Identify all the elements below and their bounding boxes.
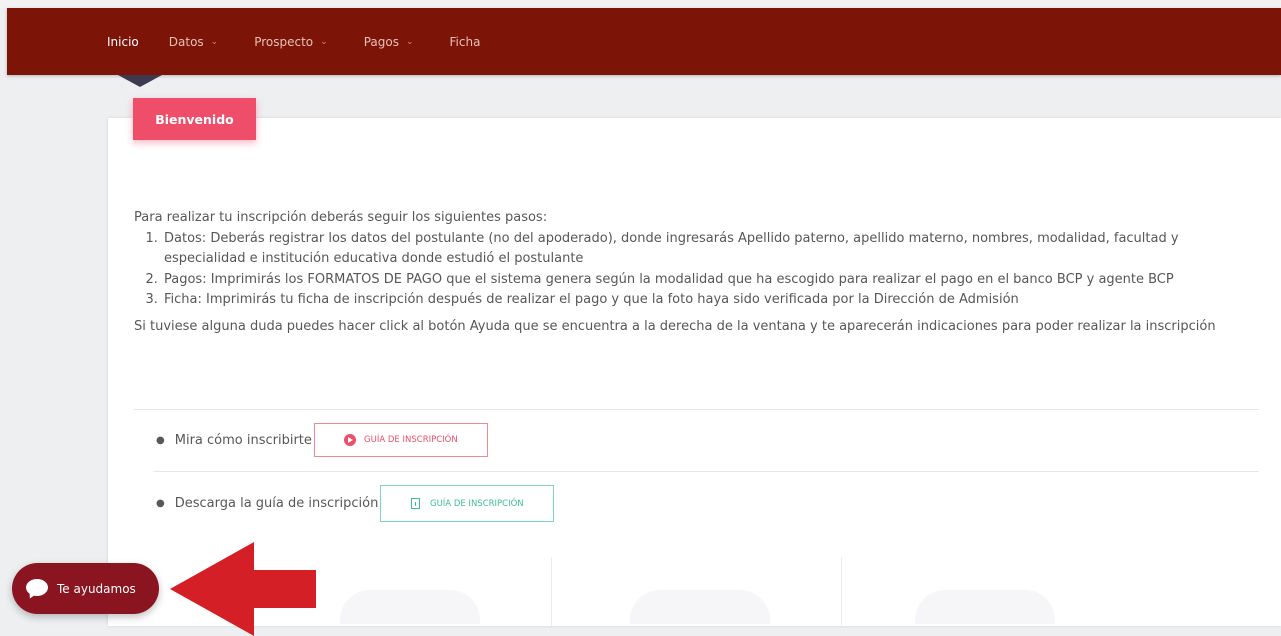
chat-bubble-icon (26, 578, 48, 600)
column-divider (551, 557, 552, 626)
nav-item-inicio[interactable]: Inicio (107, 35, 139, 49)
active-tab-pointer (118, 75, 162, 87)
nav-item-label: Pagos (363, 34, 399, 49)
chevron-down-icon: ⌄ (210, 36, 219, 47)
download-guide-button-label: GUÍA DE INSCRIPCIÓN (429, 498, 524, 509)
chevron-down-icon: ⌄ (405, 36, 414, 47)
bullet: ● (156, 498, 165, 509)
divider (154, 471, 1259, 472)
divider (134, 409, 1259, 410)
card-placeholder (340, 590, 480, 624)
card-placeholder (915, 590, 1055, 624)
nav-item-label: Ficha (449, 34, 481, 49)
nav-item-label: Prospecto (254, 34, 314, 49)
chat-help-button[interactable]: Te ayudamos (12, 563, 159, 614)
column-divider (841, 557, 842, 626)
nav-item-ficha[interactable]: Ficha (450, 35, 481, 49)
instructions: Para realizar tu inscripción deberás seg… (134, 208, 1259, 337)
chevron-down-icon: ⌄ (320, 36, 328, 47)
card-placeholder (630, 590, 770, 624)
pointer-arrow-icon (170, 542, 316, 636)
step-item: Pagos: Imprimirás los FORMATOS DE PAGO q… (162, 270, 1259, 291)
video-guide-button[interactable]: GUÍA DE INSCRIPCIÓN (313, 423, 488, 457)
steps-list: Datos: Deberás registrar los datos del p… (134, 229, 1259, 311)
help-note: Si tuviese alguna duda puedes hacer clic… (134, 318, 1216, 334)
nav-item-label: Inicio (107, 34, 139, 49)
step-item: Datos: Deberás registrar los datos del p… (162, 229, 1259, 270)
nav-item-label: Datos (168, 34, 204, 49)
video-guide-text: Mira cómo inscribirte (174, 432, 312, 448)
video-guide-button-label: GUÍA DE INSCRIPCIÓN (364, 435, 458, 445)
nav-item-prospecto[interactable]: Prospecto ⌄ (254, 35, 327, 49)
nav-item-datos[interactable]: Datos ⌄ (169, 35, 218, 49)
top-strip (0, 0, 1281, 8)
youtube-icon (344, 434, 357, 446)
intro-text: Para realizar tu inscripción deberás seg… (134, 210, 548, 225)
download-guide-text: Descarga la guía de inscripción (174, 496, 379, 511)
nav-item-pagos[interactable]: Pagos ⌄ (364, 35, 414, 49)
bullet: ● (156, 434, 165, 446)
document-icon (410, 498, 420, 509)
chat-help-label: Te ayudamos (57, 581, 136, 596)
video-guide-row: ● Mira cómo inscribirte GUÍA DE INSCRIPC… (134, 423, 488, 457)
nav-menu: Inicio Datos ⌄ Prospecto ⌄ Pagos ⌄ Ficha (107, 8, 516, 75)
download-guide-row: ● Descarga la guía de inscripción GUÍA D… (134, 485, 555, 522)
main-navbar: Inicio Datos ⌄ Prospecto ⌄ Pagos ⌄ Ficha (7, 8, 1281, 75)
download-guide-button[interactable]: GUÍA DE INSCRIPCIÓN (380, 485, 555, 522)
step-item: Ficha: Imprimirás tu ficha de inscripció… (162, 290, 1259, 311)
welcome-badge: Bienvenido (133, 98, 256, 140)
